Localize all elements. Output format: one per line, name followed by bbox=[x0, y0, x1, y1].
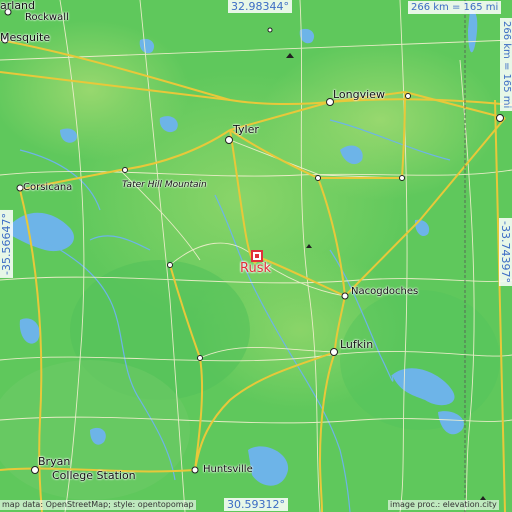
huntsville-marker bbox=[191, 466, 199, 474]
city-label-corsicana: Corsicana bbox=[23, 182, 73, 193]
city-label-lufkin: Lufkin bbox=[340, 338, 374, 351]
city-label-mesquite: Mesquite bbox=[0, 31, 51, 44]
city-label-college-station: College Station bbox=[52, 469, 136, 482]
latitude-bottom-label: 30.59312° bbox=[224, 498, 288, 511]
scale-top-label: 266 km = 165 mi bbox=[408, 1, 502, 14]
city-label-bryan: Bryan bbox=[38, 455, 71, 468]
city-markers bbox=[1, 8, 504, 500]
latitude-top-label: 32.98344° bbox=[228, 0, 292, 13]
city-label-rockwall: Rockwall bbox=[25, 12, 69, 23]
lufkin-marker bbox=[330, 348, 338, 356]
city-label-longview: Longview bbox=[333, 88, 385, 101]
tyler-marker bbox=[225, 136, 233, 144]
scale-right-label: 266 km = 165 mi bbox=[500, 18, 512, 112]
city-label-tater-hill: Tater Hill Mountain bbox=[122, 180, 207, 190]
longitude-right-label: -33.74397° bbox=[499, 218, 512, 286]
map-data-credit: map data: OpenStreetMap; style: opentopo… bbox=[0, 500, 196, 510]
city-label-garland: arland bbox=[0, 0, 36, 12]
nacogdoches-marker bbox=[341, 292, 349, 300]
map-view[interactable]: arland Rockwall Mesquite Tyler Longview … bbox=[0, 0, 512, 512]
longitude-left-label: -35.56647° bbox=[0, 210, 13, 278]
city-label-huntsville: Huntsville bbox=[203, 464, 253, 475]
city-label-tyler: Tyler bbox=[233, 123, 259, 136]
city-label-nacogdoches: Nacogdoches bbox=[351, 286, 419, 297]
city-label-rusk[interactable]: Rusk bbox=[240, 262, 271, 275]
image-processing-credit: image proc.: elevation.city bbox=[388, 500, 499, 510]
